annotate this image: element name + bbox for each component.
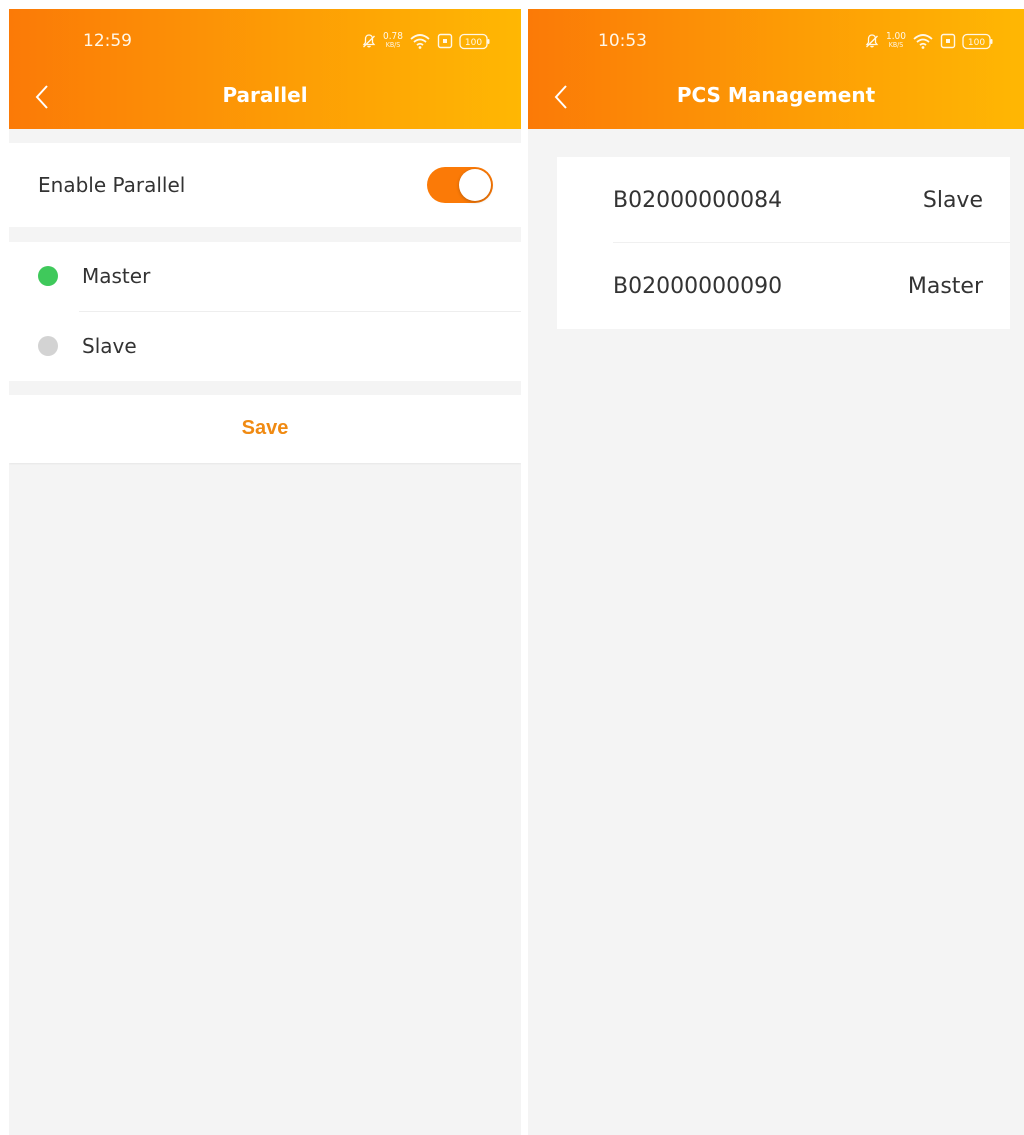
network-speed-unit: KB/S [888, 41, 904, 49]
pcs-device-role: Master [907, 274, 983, 299]
role-option-label: Slave [82, 334, 137, 358]
status-time: 10:53 [598, 31, 647, 51]
status-icons: 1.00 KB/S 100 [864, 29, 994, 53]
enable-parallel-toggle[interactable] [427, 167, 493, 203]
wifi-icon [409, 32, 431, 50]
battery-level: 100 [968, 38, 985, 48]
header-bar: 12:59 0.78 KB/S 100 Parallel [9, 9, 521, 129]
enable-parallel-label: Enable Parallel [38, 173, 186, 197]
page-title: PCS Management [676, 83, 876, 107]
pcs-device-role: Slave [922, 188, 983, 213]
network-speed: 0.78 KB/S [383, 32, 403, 50]
sim-card-icon [940, 33, 956, 49]
role-option-master[interactable]: Master [9, 242, 521, 311]
list-item[interactable]: B02000000084 Slave [557, 157, 1010, 243]
wifi-icon [912, 32, 934, 50]
pcs-device-id: B02000000090 [613, 274, 783, 299]
save-button-label: Save [241, 417, 289, 439]
header-bar: 10:53 1.00 KB/S 100 PCS Management [528, 9, 1024, 129]
network-speed-value: 1.00 [885, 31, 906, 42]
status-time: 12:59 [83, 31, 132, 51]
radio-selected-icon [38, 266, 58, 286]
network-speed: 1.00 KB/S [886, 32, 906, 50]
role-selector: Master Slave [9, 242, 521, 381]
role-option-label: Master [82, 264, 151, 288]
battery-icon: 100 [962, 33, 994, 50]
page-title: Parallel [222, 83, 308, 107]
enable-parallel-row: Enable Parallel [9, 143, 521, 227]
status-icons: 0.78 KB/S 100 [361, 29, 491, 53]
pcs-management-screen: 10:53 1.00 KB/S 100 PCS Management B0200… [528, 9, 1024, 1135]
toggle-knob [459, 169, 491, 201]
pcs-device-list: B02000000084 Slave B02000000090 Master [557, 157, 1010, 329]
pcs-device-id: B02000000084 [613, 188, 783, 213]
battery-level: 100 [465, 38, 482, 48]
sim-card-icon [437, 33, 453, 49]
save-button[interactable]: Save [9, 395, 521, 463]
parallel-screen: 12:59 0.78 KB/S 100 Parallel Enable Para… [9, 9, 521, 1135]
battery-icon: 100 [459, 33, 491, 50]
bell-off-icon [361, 33, 377, 49]
network-speed-value: 0.78 [382, 31, 403, 42]
list-item[interactable]: B02000000090 Master [557, 243, 1010, 329]
network-speed-unit: KB/S [385, 41, 401, 49]
bell-off-icon [864, 33, 880, 49]
role-option-slave[interactable]: Slave [9, 312, 521, 381]
radio-unselected-icon [38, 336, 58, 356]
